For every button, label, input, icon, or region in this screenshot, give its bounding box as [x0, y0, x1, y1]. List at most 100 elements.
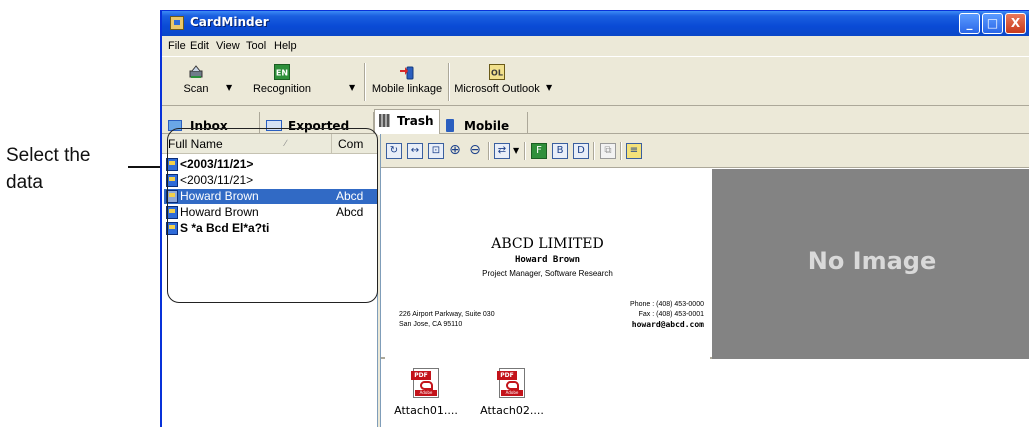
attachment-item[interactable]: PDF Adobe Attach01....	[383, 368, 469, 417]
card-address: 226 Airport Parkway, Suite 030 San Jose,…	[399, 310, 495, 330]
back-image-placeholder: No Image	[712, 169, 1029, 359]
list-item[interactable]: S *a Bcd El*a?ti	[164, 221, 378, 236]
zoom-in-icon[interactable]: ⊕	[447, 143, 463, 159]
card-address-line2: San Jose, CA 95110	[399, 321, 463, 328]
card-email: howard@abcd.com	[631, 320, 704, 329]
recognition-label: Recognition	[252, 83, 312, 95]
tab-inbox-label: Inbox	[190, 119, 228, 133]
scan-button[interactable]: Scan	[176, 64, 216, 95]
inbox-icon	[168, 120, 182, 131]
card-list[interactable]: Full Name ∕ Com <2003/11/21> <2003/11/21…	[162, 134, 378, 427]
microsoft-outlook-button[interactable]: OL Microsoft Outlook	[451, 64, 543, 95]
svg-text:OL: OL	[491, 69, 503, 78]
front-side-icon[interactable]: F	[531, 143, 547, 159]
mobile-linkage-button[interactable]: Mobile linkage	[368, 64, 446, 95]
card-image-area: ABCD LIMITED Howard Brown Project Manage…	[381, 169, 1029, 359]
card-detail-pane: ↻ ↔ ⊡ ⊕ ⊖ ⇄ ▼ F B D ⧉ ≡ ABCD LIMITED How…	[380, 134, 1029, 427]
exported-icon	[266, 120, 282, 131]
callout-text: Select the data	[6, 142, 91, 196]
image-tool-icon[interactable]: ⇄	[494, 143, 510, 159]
maximize-button[interactable]: □	[982, 13, 1003, 34]
minimize-button[interactable]: _	[959, 13, 980, 34]
recognition-button[interactable]: EN Recognition	[246, 64, 318, 95]
main-toolbar: Scan ▼ EN Recognition ▼ Mobile linkage O…	[162, 56, 1029, 106]
fit-width-icon[interactable]: ↔	[407, 143, 423, 159]
image-tool-dropdown-arrow-icon[interactable]: ▼	[513, 146, 519, 155]
close-button[interactable]: X	[1005, 13, 1026, 34]
toolbar-separator	[364, 63, 366, 101]
toolbar-separator	[524, 142, 526, 160]
tab-inbox[interactable]: Inbox	[164, 112, 260, 134]
copy-disabled-icon: ⧉	[600, 143, 616, 159]
menu-file[interactable]: File	[168, 40, 186, 52]
list-item[interactable]: <2003/11/21>	[164, 157, 378, 172]
sort-indicator-icon: ∕	[285, 138, 287, 148]
tab-exported[interactable]: Exported	[262, 112, 374, 134]
tab-exported-label: Exported	[288, 119, 350, 133]
card-fax: Fax : (408) 453-0001	[638, 311, 704, 318]
attachment-label: Attach02....	[480, 404, 544, 417]
no-image-label: No Image	[807, 247, 937, 275]
svg-text:EN: EN	[276, 69, 288, 78]
scanner-icon	[189, 65, 203, 78]
column-full-name-label: Full Name	[168, 137, 223, 151]
menu-bar: File Edit View Tool Help	[162, 36, 1029, 56]
image-toolbar: ↻ ↔ ⊡ ⊕ ⊖ ⇄ ▼ F B D ⧉ ≡	[381, 134, 1029, 168]
card-phone: Phone : (408) 453-0000	[630, 301, 704, 308]
title-bar[interactable]: CardMinder _ □ X	[162, 11, 1029, 36]
list-item-selected[interactable]: Howard Brown Abcd	[164, 189, 378, 204]
recognition-dropdown-arrow-icon[interactable]: ▼	[349, 83, 355, 92]
card-record-icon	[166, 190, 178, 203]
tab-trash[interactable]: Trash	[374, 109, 440, 135]
toolbar-separator	[448, 63, 450, 101]
folder-tabs: Inbox Exported Trash Mobile	[162, 106, 1029, 135]
outlook-ol-icon: OL	[489, 64, 505, 80]
toolbar-separator	[593, 142, 595, 160]
attachment-item[interactable]: PDF Adobe Attach02....	[469, 368, 555, 417]
microsoft-outlook-label: Microsoft Outlook	[454, 83, 540, 95]
toolbar-separator	[620, 142, 622, 160]
pdf-file-icon: PDF Adobe	[411, 368, 439, 398]
fit-page-icon[interactable]: ⊡	[428, 143, 444, 159]
list-item[interactable]: <2003/11/21>	[164, 173, 378, 188]
tab-trash-label: Trash	[397, 114, 434, 128]
business-card-image: ABCD LIMITED Howard Brown Project Manage…	[385, 173, 710, 359]
list-header: Full Name ∕ Com	[162, 134, 378, 154]
scan-dropdown-arrow-icon[interactable]: ▼	[226, 83, 232, 92]
zoom-out-icon[interactable]: ⊖	[467, 143, 483, 159]
trash-icon	[379, 114, 390, 127]
rotate-icon[interactable]: ↻	[386, 143, 402, 159]
attachment-label: Attach01....	[394, 404, 458, 417]
tab-mobile[interactable]: Mobile	[442, 112, 528, 134]
column-company[interactable]: Com	[333, 134, 378, 153]
cardminder-window: CardMinder _ □ X File Edit View Tool Hel…	[160, 10, 1029, 427]
scan-label: Scan	[183, 83, 209, 95]
card-contact: Phone : (408) 453-0000 Fax : (408) 453-0…	[630, 300, 704, 330]
cardminder-app-icon	[170, 16, 184, 30]
double-side-icon[interactable]: D	[573, 143, 589, 159]
list-item[interactable]: Howard Brown Abcd	[164, 205, 378, 220]
card-name: Howard Brown	[514, 255, 581, 265]
column-full-name[interactable]: Full Name ∕	[162, 134, 332, 153]
pdf-file-icon: PDF Adobe	[497, 368, 525, 398]
card-record-icon	[166, 158, 178, 171]
menu-view[interactable]: View	[216, 40, 240, 52]
card-record-icon	[166, 174, 178, 187]
toolbar-separator	[488, 142, 490, 160]
outlook-dropdown-arrow-icon[interactable]: ▼	[546, 83, 552, 92]
menu-help[interactable]: Help	[274, 40, 297, 52]
menu-edit[interactable]: Edit	[190, 40, 209, 52]
callout-line2: data	[6, 172, 43, 193]
card-record-icon	[166, 222, 178, 235]
recognition-en-icon: EN	[274, 64, 290, 80]
card-company: ABCD LIMITED	[491, 236, 604, 252]
window-title: CardMinder	[190, 15, 269, 29]
back-side-icon[interactable]: B	[552, 143, 568, 159]
menu-tool[interactable]: Tool	[246, 40, 266, 52]
mobile-linkage-label: Mobile linkage	[371, 83, 443, 95]
attachments-area: PDF Adobe Attach01.... PDF Adobe Attach0…	[381, 361, 1029, 427]
properties-icon[interactable]: ≡	[626, 143, 642, 159]
mobile-linkage-icon	[400, 66, 414, 80]
mobile-phone-icon	[446, 119, 454, 132]
card-role: Project Manager, Software Research	[482, 269, 613, 278]
